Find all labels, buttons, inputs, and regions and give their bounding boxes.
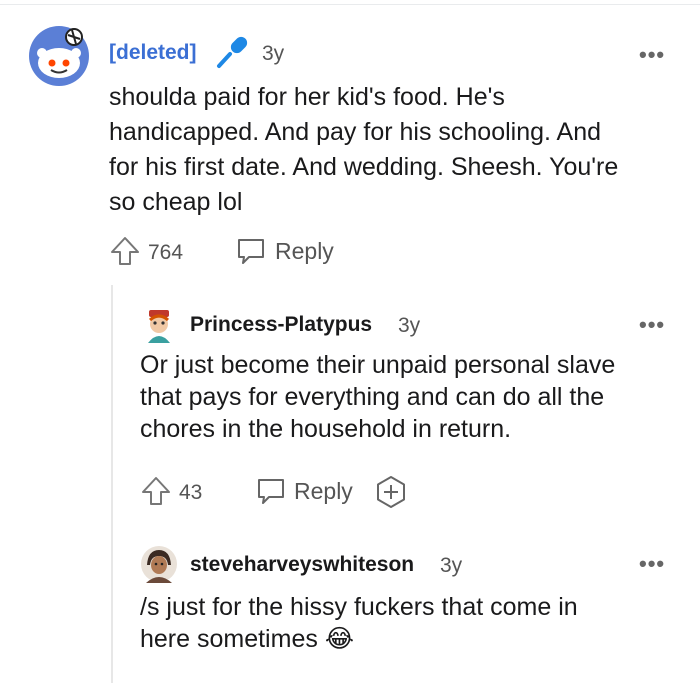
comment-body: /s just for the hissy fuckers that come …	[140, 591, 680, 655]
upvote-button[interactable]	[109, 235, 141, 267]
more-options-button[interactable]: •••	[639, 312, 665, 338]
thread-line	[111, 285, 113, 683]
comment-age: 3y	[398, 314, 421, 337]
upvote-arrow-icon	[111, 237, 139, 265]
avatar[interactable]	[140, 306, 178, 344]
tears-of-joy-emoji: 😂	[324, 624, 355, 653]
comment-age: 3y	[262, 42, 285, 65]
vote-count: 764	[148, 241, 184, 264]
comment-line: chores in the household in return.	[140, 415, 512, 443]
reply-button[interactable]: Reply	[255, 475, 365, 507]
comment-line: Or just become their unpaid personal sla…	[140, 351, 616, 379]
upvote-arrow-icon	[142, 477, 170, 505]
comment-age: 3y	[440, 554, 463, 577]
snoo-avatar-icon	[29, 26, 89, 86]
user-avatar-icon	[148, 310, 170, 343]
comment-line: shoulda paid for her kid's food. He's	[109, 83, 505, 111]
reply-label: Reply	[294, 478, 353, 504]
upvote-button[interactable]	[140, 475, 172, 507]
comment-author[interactable]: [deleted]	[109, 41, 197, 65]
more-options-button[interactable]: •••	[639, 551, 665, 577]
user-avatar-icon	[141, 546, 177, 583]
comment-line: for his first date. And wedding. Sheesh.…	[109, 153, 619, 181]
comment-line: handicapped. And pay for his schooling. …	[109, 118, 602, 146]
microphone-icon	[213, 34, 249, 70]
top-divider	[0, 4, 700, 5]
comment-line: that pays for everything and can do all …	[140, 383, 605, 411]
comment-author[interactable]: Princess-Platypus	[190, 313, 372, 337]
avatar[interactable]	[28, 25, 90, 87]
reply-button[interactable]: Reply	[235, 235, 345, 267]
comment-author[interactable]: steveharveyswhiteson	[190, 553, 414, 577]
speech-bubble-icon	[258, 479, 284, 504]
comment-line-text: here sometimes	[140, 625, 318, 653]
avatar[interactable]	[140, 545, 178, 583]
speech-bubble-icon	[238, 239, 264, 264]
comment-body: shoulda paid for her kid's food. He's ha…	[109, 80, 689, 220]
comment-line: so cheap lol	[109, 188, 243, 216]
comment-body: Or just become their unpaid personal sla…	[140, 349, 680, 445]
more-options-button[interactable]: •••	[639, 42, 665, 68]
reply-label: Reply	[275, 238, 334, 264]
add-award-icon	[377, 476, 405, 508]
comment-line: here sometimes 😂	[140, 623, 680, 655]
add-award-button[interactable]	[374, 475, 408, 509]
comment-line: /s just for the hissy fuckers that come …	[140, 593, 578, 621]
vote-count: 43	[179, 481, 203, 504]
